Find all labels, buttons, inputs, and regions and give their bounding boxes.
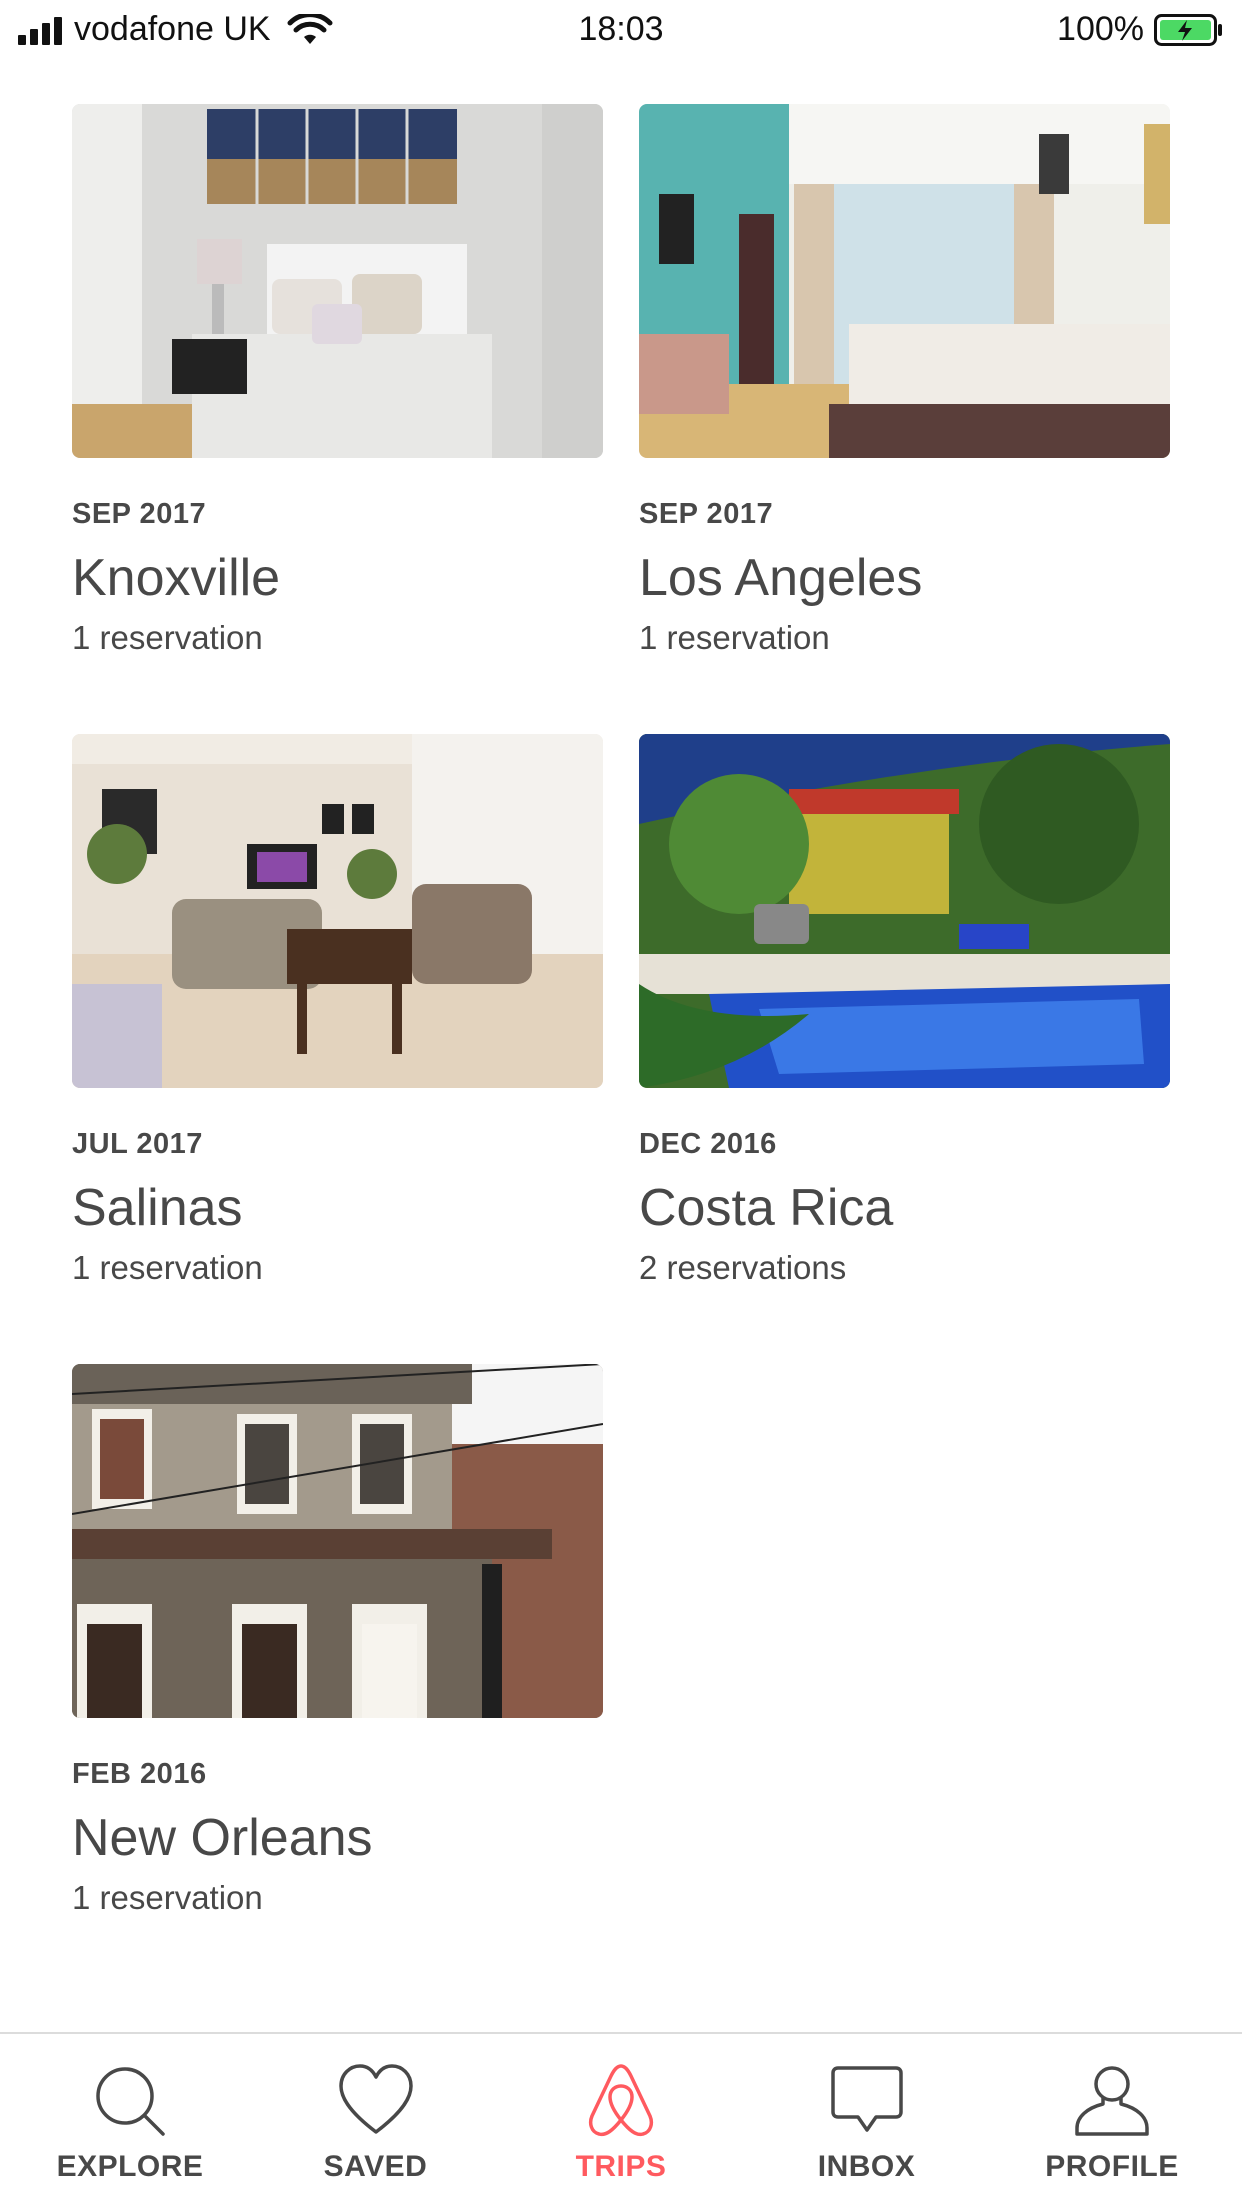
trip-date: DEC 2016 [639, 1128, 777, 1160]
bottom-tab-bar: EXPLORE SAVED TRIPS INBOX PROFILE [0, 2032, 1242, 2208]
tab-explore[interactable]: EXPLORE [20, 2034, 240, 2208]
trip-card-los-angeles[interactable]: SEP 2017 Los Angeles 1 reservation [639, 104, 1170, 660]
trip-photo[interactable] [72, 734, 603, 1088]
trip-date: JUL 2017 [72, 1128, 203, 1160]
trip-reservation-count: 1 reservation [72, 1879, 263, 1916]
trip-city: Los Angeles [639, 549, 923, 607]
trip-reservation-count: 1 reservation [72, 1249, 263, 1286]
trip-date: SEP 2017 [72, 498, 207, 530]
trip-city: Costa Rica [639, 1179, 894, 1237]
trip-card-new-orleans[interactable]: FEB 2016 New Orleans 1 reservation [72, 1364, 603, 1920]
tab-label: SAVED [323, 2150, 428, 2183]
trip-card-costa-rica[interactable]: DEC 2016 Costa Rica 2 reservations [639, 734, 1170, 1290]
trip-reservation-count: 1 reservation [639, 619, 830, 656]
trip-photo[interactable] [72, 104, 603, 458]
battery-percentage: 100% [1057, 10, 1144, 48]
trip-photo[interactable] [72, 1364, 603, 1718]
tab-label: TRIPS [575, 2150, 667, 2183]
tab-saved[interactable]: SAVED [266, 2034, 486, 2208]
trip-city: Salinas [72, 1179, 243, 1237]
tab-label: INBOX [817, 2150, 916, 2183]
trip-photo[interactable] [639, 104, 1170, 458]
tab-label: EXPLORE [56, 2150, 204, 2183]
trip-date: SEP 2017 [639, 498, 774, 530]
person-icon [1075, 2066, 1149, 2136]
trip-photo[interactable] [639, 734, 1170, 1088]
trip-card-salinas[interactable]: JUL 2017 Salinas 1 reservation [72, 734, 603, 1290]
trip-date: FEB 2016 [72, 1758, 207, 1790]
tab-label: PROFILE [1045, 2150, 1179, 2183]
trip-city: Knoxville [72, 549, 281, 607]
tab-inbox[interactable]: INBOX [757, 2034, 977, 2208]
tab-trips[interactable]: TRIPS [511, 2034, 731, 2208]
trip-reservation-count: 1 reservation [72, 619, 263, 656]
trip-city: New Orleans [72, 1809, 373, 1867]
tab-profile[interactable]: PROFILE [1002, 2034, 1222, 2208]
battery-charging-icon [1154, 13, 1222, 46]
chat-bubble-icon [830, 2066, 903, 2132]
clock: 18:03 [578, 10, 664, 48]
status-bar: vodafone UK 18:03 100% [0, 0, 1242, 60]
airbnb-logo-icon [588, 2064, 654, 2137]
heart-icon [338, 2064, 413, 2134]
trip-reservation-count: 2 reservations [639, 1249, 847, 1286]
trip-card-knoxville[interactable]: SEP 2017 Knoxville 1 reservation [72, 104, 603, 660]
search-icon [96, 2067, 165, 2136]
